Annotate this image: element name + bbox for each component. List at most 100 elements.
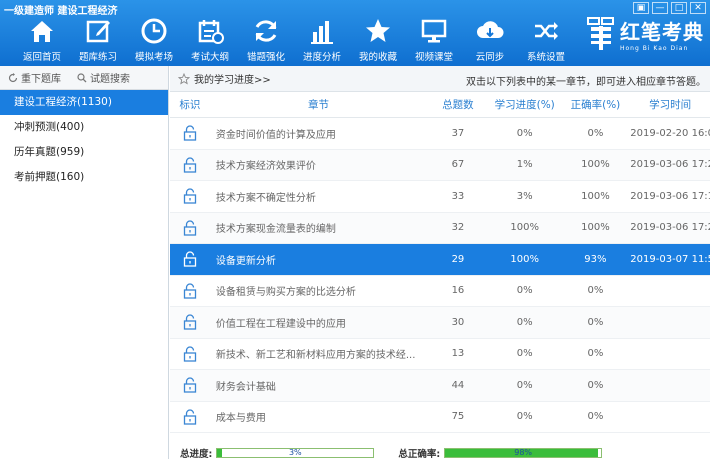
toolbar-progress-analysis[interactable]: 进度分析 (294, 14, 350, 66)
total-count: 67 (451, 159, 465, 171)
shuffle-icon (535, 22, 558, 40)
toolbar-settings-label: 系统设置 (526, 52, 565, 63)
toolbar-home[interactable]: 返回首页 (14, 14, 70, 66)
toolbar-mock-exam-label: 模拟考场 (134, 52, 173, 63)
accuracy-value: 0% (587, 379, 604, 391)
pen-logo-icon (587, 17, 614, 50)
main-toolbar: 返回首页 题库练习 模拟考场 考试大纲 错题强化 进度分析 我的收藏 视频课堂 (0, 14, 574, 66)
category-item[interactable]: 冲刺预测(400) (0, 115, 168, 140)
lock-cell (170, 409, 210, 425)
table-row[interactable]: 价值工程在工程建设中的应用 30 0% 0% (170, 307, 710, 339)
unlock-icon (183, 283, 197, 299)
chapter-title: 技术方案经济效果评价 (215, 161, 316, 173)
brand-name: 红笔考典 (620, 20, 704, 44)
toolbar-settings[interactable]: 系统设置 (518, 14, 574, 66)
maximize-button[interactable]: □ (671, 2, 687, 14)
total-count: 30 (451, 316, 465, 328)
main-panel: 我的学习进度>> 双击以下列表中的某一章节，即可进入相应章节答题。 标识 章节 … (170, 66, 710, 459)
table-row[interactable]: 设备租赁与购买方案的比选分析 16 0% 0% (170, 276, 710, 307)
toolbar-cloud-sync-label: 云同步 (475, 52, 505, 63)
top-bar: 一级建造师 建设工程经济 ▣ — □ ✕ 返回首页 题库练习 模拟考场 考试大纲… (0, 0, 710, 66)
total-count: 33 (451, 190, 465, 202)
chapter-title: 价值工程在工程建设中的应用 (215, 318, 346, 330)
study-time: 2019-03-06 17:21 (630, 159, 710, 171)
table-row[interactable]: 技术方案不确定性分析 33 3% 100% 2019-03-06 17:19 (170, 181, 710, 213)
lock-cell (170, 251, 210, 267)
toolbar-wrong-questions[interactable]: 错题强化 (238, 14, 294, 66)
toolbar-syllabus[interactable]: 考试大纲 (182, 14, 238, 66)
column-header[interactable]: 学习时间 (630, 97, 710, 112)
table-row[interactable]: 财务会计基础 44 0% 0% (170, 370, 710, 402)
table-row[interactable]: 新技术、新工艺和新材料应用方案的技术经... 13 0% 0% (170, 339, 710, 370)
column-header[interactable]: 标识 (170, 97, 210, 112)
chapter-title: 技术方案现金流量表的编制 (215, 224, 336, 236)
toolbar-practice[interactable]: 题库练习 (70, 14, 126, 66)
category-item[interactable]: 历年真题(959) (0, 140, 168, 165)
reload-bank-label: 重下题库 (21, 74, 61, 85)
chapter-title: 新技术、新工艺和新材料应用方案的技术经... (215, 350, 416, 362)
accuracy-value: 100% (581, 222, 610, 234)
left-tabs: 重下题库 试题搜索 (0, 66, 168, 90)
study-time: 2019-03-06 17:20 (630, 222, 710, 234)
search-questions-button[interactable]: 试题搜索 (69, 70, 138, 85)
chapter-title: 设备租赁与购买方案的比选分析 (215, 287, 356, 299)
progress-value: 3% (516, 190, 533, 202)
study-time: 2019-02-20 16:08 (630, 127, 710, 139)
table-row[interactable]: 成本与费用 75 0% 0% (170, 402, 710, 433)
unlock-icon (183, 188, 197, 204)
toolbar-practice-label: 题库练习 (78, 52, 117, 63)
chapter-table-body: 资金时间价值的计算及应用 37 0% 0% 2019-02-20 16:08 技… (170, 118, 710, 433)
table-row[interactable]: 资金时间价值的计算及应用 37 0% 0% 2019-02-20 16:08 (170, 118, 710, 150)
category-item[interactable]: 建设工程经济(1130) (0, 90, 168, 115)
toolbar-cloud-sync[interactable]: 云同步 (462, 14, 518, 66)
table-row[interactable]: 技术方案经济效果评价 67 1% 100% 2019-03-06 17:21 (170, 149, 710, 181)
column-header[interactable]: 章节 (210, 97, 427, 112)
table-row[interactable]: 技术方案现金流量表的编制 32 100% 100% 2019-03-06 17:… (170, 212, 710, 244)
total-count: 37 (451, 127, 465, 139)
table-row-selected[interactable]: 设备更新分析 29 100% 93% 2019-03-07 11:57 (170, 244, 710, 276)
lock-cell (170, 346, 210, 362)
study-time: 2019-03-07 11:57 (630, 253, 710, 265)
category-item[interactable]: 考前押题(160) (0, 165, 168, 190)
chapter-title: 财务会计基础 (215, 381, 276, 393)
progress-value: 1% (516, 159, 533, 171)
accuracy-value: 100% (581, 159, 610, 171)
toolbar-mock-exam[interactable]: 模拟考场 (126, 14, 182, 66)
reload-bank-button[interactable]: 重下题库 (0, 70, 69, 85)
progress-value: 0% (516, 316, 533, 328)
toolbar-favorites[interactable]: 我的收藏 (350, 14, 406, 66)
progress-value: 0% (516, 411, 533, 423)
window-controls: ▣ — □ ✕ (633, 2, 706, 14)
minimize-button[interactable]: — (652, 2, 668, 14)
toolbar-syllabus-label: 考试大纲 (190, 52, 229, 63)
toolbar-wrong-questions-label: 错题强化 (246, 52, 285, 63)
toolbar-video[interactable]: 视频课堂 (406, 14, 462, 66)
column-header[interactable]: 学习进度(%) (489, 97, 561, 112)
toolbar-progress-analysis-label: 进度分析 (302, 52, 341, 63)
breadcrumb: 我的学习进度>> (194, 75, 271, 86)
total-accuracy-label: 总正确率: (398, 448, 441, 459)
left-panel: 重下题库 试题搜索 建设工程经济(1130) 冲刺预测(400) 历年真题(95… (0, 66, 169, 459)
accuracy-value: 0% (587, 127, 604, 139)
calendar-icon (198, 20, 224, 44)
home-icon (31, 21, 53, 42)
star-outline-icon (178, 72, 190, 84)
search-questions-label: 试题搜索 (90, 74, 130, 85)
clock-icon (141, 18, 167, 44)
close-button[interactable]: ✕ (690, 2, 706, 14)
accuracy-value: 0% (587, 411, 604, 423)
progress-value: 100% (510, 253, 539, 265)
chapter-title: 技术方案不确定性分析 (215, 192, 316, 204)
column-header[interactable]: 总题数 (427, 97, 489, 112)
brand-logo: 红笔考典 Hong Bi Kao Dian (586, 16, 704, 52)
total-count: 29 (451, 253, 465, 265)
edit-icon (86, 20, 110, 43)
column-header[interactable]: 正确率(%) (561, 97, 631, 112)
brand-text: 红笔考典 Hong Bi Kao Dian (620, 16, 704, 52)
restore-button[interactable]: ▣ (633, 2, 649, 14)
unlock-icon (183, 125, 197, 141)
lock-cell (170, 283, 210, 299)
total-progress-label: 总进度: (180, 448, 213, 459)
toolbar-video-label: 视频课堂 (414, 52, 453, 63)
monitor-icon (421, 19, 447, 43)
